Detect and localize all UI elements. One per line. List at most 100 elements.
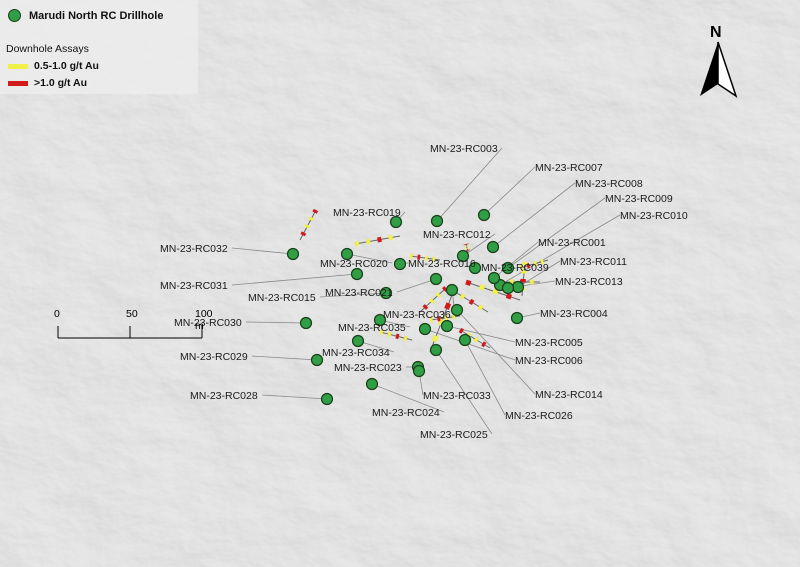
assay-interval-low [387,331,392,338]
assay-interval-low [473,336,479,343]
drillhole-collar-marker[interactable] [510,311,524,325]
north-arrow: N [690,24,746,102]
drillhole-label: MN-23-RC021 [325,287,393,299]
drillhole-label: MN-23-RC014 [535,389,603,401]
assay-interval-low [308,216,315,222]
assay-interval-high [395,333,400,340]
assay-interval-low [388,234,394,241]
drillhole-collar-marker[interactable] [286,247,300,261]
drillhole-collar-marker[interactable] [412,364,426,378]
drillhole-label: MN-23-RC003 [430,143,498,155]
assay-interval-high [481,341,487,348]
low-grade-swatch-icon [8,63,28,69]
drillhole-label: MN-23-RC023 [334,362,402,374]
drillhole-label: MN-23-RC039 [481,262,549,274]
assay-interval-high [300,231,307,237]
drillhole-label: MN-23-RC025 [420,429,488,441]
drillhole-collar-marker[interactable] [418,322,432,336]
label-leader-line [456,309,536,395]
drillhole-label: MN-23-RC011 [560,256,627,268]
assay-interval-high [468,298,475,306]
drillhole-label: MN-23-RC005 [515,337,583,349]
drillhole-label: MN-23-RC012 [423,229,491,241]
assay-interval-high [505,293,513,300]
drillhole-label: MN-23-RC015 [248,292,316,304]
drillhole-collar-marker[interactable] [429,343,443,357]
drillhole-label: MN-23-RC029 [180,351,248,363]
label-leader-line [499,214,621,286]
label-leader-line [245,321,307,324]
assay-interval-low [431,334,439,343]
label-leader-line [396,278,437,293]
scale-bar-graphic [57,326,203,339]
drillhole-label: MN-23-RC036 [383,309,451,321]
north-label: N [710,24,722,41]
drillhole-collar-marker[interactable] [445,283,459,297]
drillhole-label: MN-23-RC007 [535,162,603,174]
legend-high-row: >1.0 g/t Au [8,77,87,89]
drillhole-collar-marker[interactable] [365,377,379,391]
legend-low-label: 0.5-1.0 g/t Au [34,60,99,72]
high-grade-swatch-icon [8,80,28,86]
assay-interval-low [403,335,408,342]
drillhole-label: MN-23-RC034 [322,347,390,359]
drillhole-collar-marker[interactable] [310,353,324,367]
label-leader-line [231,247,294,255]
drillhole-label: MN-23-RC020 [320,258,388,270]
drillhole-collar-marker[interactable] [351,334,365,348]
legend-assays-title: Downhole Assays [6,43,89,55]
assay-interval-high [422,304,429,310]
drillhole-label: MN-23-RC028 [190,390,258,402]
drillhole-label: MN-23-RC008 [575,178,643,190]
drillhole-label: MN-23-RC016 [408,258,476,270]
assay-interval-low [435,292,442,298]
drillhole-symbol-icon [8,9,21,22]
map-view[interactable]: MN-23-RC003 MN-23-RC007 MN-23-RC008 MN-23-R… [0,0,800,567]
legend-low-row: 0.5-1.0 g/t Au [8,60,99,72]
drillhole-collar-marker[interactable] [350,267,364,281]
drillhole-collar-marker[interactable] [440,319,454,333]
drillhole-collar-marker[interactable] [487,271,501,285]
assay-interval-low [429,298,435,304]
drillhole-label: MN-23-RC004 [540,308,608,320]
drillhole-label: MN-23-RC009 [605,193,673,205]
assay-interval-high [377,236,382,243]
drillhole-collar-marker[interactable] [320,392,334,406]
label-leader-line [436,147,503,222]
drillhole-label: MN-23-RC033 [423,390,491,402]
drillhole-collar-marker[interactable] [477,208,491,222]
drillhole-collar-marker[interactable] [393,257,407,271]
scale-bar: 0 50 100 m [50,308,220,348]
label-leader-line [251,355,318,361]
drillhole-label: MN-23-RC013 [555,276,623,288]
label-leader-line [464,339,506,416]
drillhole-collar-marker[interactable] [450,303,464,317]
drillhole-collar-marker[interactable] [429,272,443,286]
assay-interval-high [458,327,464,334]
drillhole-label: MN-23-RC032 [160,243,228,255]
assay-interval-low [492,288,499,295]
drillhole-collar-marker[interactable] [430,214,444,228]
legend-drillhole-row: Marudi North RC Drillhole [8,9,163,22]
assay-interval-low [365,238,371,245]
assay-interval-low [304,223,311,229]
map-legend: Marudi North RC Drillhole Downhole Assay… [0,0,198,94]
drillhole-label: MN-23-RC031 [160,280,228,292]
drillhole-collar-marker[interactable] [486,240,500,254]
assay-interval-high [442,286,448,292]
label-leader-line [231,273,358,286]
assay-interval-low [477,304,484,311]
label-leader-line [261,394,328,400]
drillhole-collar-marker[interactable] [511,280,525,294]
drillhole-collar-marker[interactable] [458,333,472,347]
assay-interval-low [459,293,466,300]
assay-interval-low [354,240,360,247]
drillhole-label: MN-23-RC035 [338,322,406,334]
drillhole-collar-marker[interactable] [299,316,313,330]
label-leader-line [446,325,516,343]
legend-high-label: >1.0 g/t Au [34,77,87,89]
drillhole-label: MN-23-RC001 [538,237,606,249]
drillhole-collar-marker[interactable] [501,281,515,295]
drillhole-label: MN-23-RC010 [620,210,688,222]
assay-interval-high [465,279,472,286]
